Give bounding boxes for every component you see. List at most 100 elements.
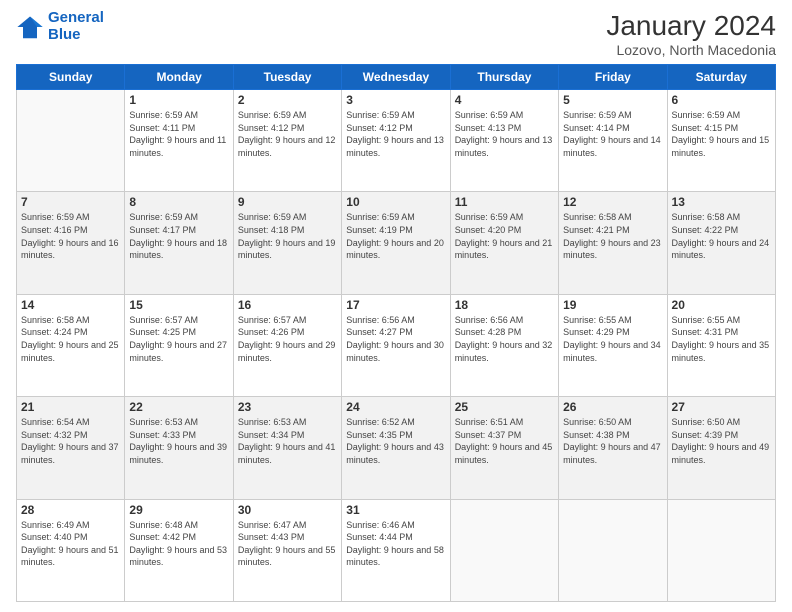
day-number: 13 xyxy=(672,195,771,209)
calendar-cell: 5Sunrise: 6:59 AMSunset: 4:14 PMDaylight… xyxy=(559,90,667,192)
calendar-cell: 4 Sunrise: 6:59 AMSunset: 4:13 PMDaylight… xyxy=(450,90,558,192)
day-number: 6 xyxy=(672,93,771,107)
day-info: Sunrise: 6:59 AMSunset: 4:17 PMDaylight:… xyxy=(129,211,228,261)
calendar-cell: 1Sunrise: 6:59 AMSunset: 4:11 PMDaylight… xyxy=(125,90,233,192)
day-info: Sunrise: 6:59 AMSunset: 4:14 PMDaylight:… xyxy=(563,109,662,159)
day-number: 15 xyxy=(129,298,228,312)
day-number: 8 xyxy=(129,195,228,209)
calendar-cell: 27 Sunrise: 6:50 AMSunset: 4:39 PMDayligh… xyxy=(667,397,775,499)
calendar-cell xyxy=(559,499,667,601)
day-number: 29 xyxy=(129,503,228,517)
day-number: 3 xyxy=(346,93,445,107)
day-number: 18 xyxy=(455,298,554,312)
day-info: Sunrise: 6:53 AMSunset: 4:34 PMDaylight:… xyxy=(238,416,337,466)
day-number: 26 xyxy=(563,400,662,414)
day-number: 14 xyxy=(21,298,120,312)
calendar-cell: 26 Sunrise: 6:50 AMSunset: 4:38 PMDayligh… xyxy=(559,397,667,499)
calendar: SundayMondayTuesdayWednesdayThursdayFrid… xyxy=(16,64,776,602)
day-info: Sunrise: 6:53 AMSunset: 4:33 PMDaylight:… xyxy=(129,416,228,466)
day-number: 21 xyxy=(21,400,120,414)
calendar-cell: 20 Sunrise: 6:55 AMSunset: 4:31 PMDayligh… xyxy=(667,294,775,396)
day-number: 20 xyxy=(672,298,771,312)
calendar-week-row: 1Sunrise: 6:59 AMSunset: 4:11 PMDaylight… xyxy=(17,90,776,192)
calendar-cell: 8 Sunrise: 6:59 AMSunset: 4:17 PMDaylight… xyxy=(125,192,233,294)
calendar-cell: 12 Sunrise: 6:58 AMSunset: 4:21 PMDayligh… xyxy=(559,192,667,294)
calendar-cell: 31 Sunrise: 6:46 AMSunset: 4:44 PMDayligh… xyxy=(342,499,450,601)
calendar-cell: 3 Sunrise: 6:59 AMSunset: 4:12 PMDaylight… xyxy=(342,90,450,192)
calendar-week-row: 21 Sunrise: 6:54 AMSunset: 4:32 PMDayligh… xyxy=(17,397,776,499)
calendar-cell: 6 Sunrise: 6:59 AMSunset: 4:15 PMDaylight… xyxy=(667,90,775,192)
calendar-cell: 7 Sunrise: 6:59 AMSunset: 4:16 PMDaylight… xyxy=(17,192,125,294)
calendar-cell: 13 Sunrise: 6:58 AMSunset: 4:22 PMDayligh… xyxy=(667,192,775,294)
day-info: Sunrise: 6:59 AMSunset: 4:20 PMDaylight:… xyxy=(455,211,554,261)
day-number: 11 xyxy=(455,195,554,209)
calendar-cell xyxy=(667,499,775,601)
day-number: 2 xyxy=(238,93,337,107)
calendar-cell: 29 Sunrise: 6:48 AMSunset: 4:42 PMDayligh… xyxy=(125,499,233,601)
page: General Blue January 2024 Lozovo, North … xyxy=(0,0,792,612)
calendar-day-header: Friday xyxy=(559,65,667,90)
calendar-day-header: Monday xyxy=(125,65,233,90)
day-info: Sunrise: 6:47 AMSunset: 4:43 PMDaylight:… xyxy=(238,519,337,569)
day-number: 4 xyxy=(455,93,554,107)
calendar-week-row: 14 Sunrise: 6:58 AMSunset: 4:24 PMDayligh… xyxy=(17,294,776,396)
day-info: Sunrise: 6:55 AMSunset: 4:31 PMDaylight:… xyxy=(672,314,771,364)
logo-line2: Blue xyxy=(48,26,81,43)
day-number: 31 xyxy=(346,503,445,517)
day-info: Sunrise: 6:59 AMSunset: 4:12 PMDaylight:… xyxy=(346,109,445,159)
calendar-day-header: Tuesday xyxy=(233,65,341,90)
day-info: Sunrise: 6:51 AMSunset: 4:37 PMDaylight:… xyxy=(455,416,554,466)
calendar-cell xyxy=(450,499,558,601)
day-info: Sunrise: 6:59 AMSunset: 4:13 PMDaylight:… xyxy=(455,109,554,159)
logo: General Blue xyxy=(16,10,104,43)
day-info: Sunrise: 6:50 AMSunset: 4:39 PMDaylight:… xyxy=(672,416,771,466)
day-info: Sunrise: 6:49 AMSunset: 4:40 PMDaylight:… xyxy=(21,519,120,569)
calendar-day-header: Wednesday xyxy=(342,65,450,90)
calendar-day-header: Sunday xyxy=(17,65,125,90)
day-info: Sunrise: 6:57 AMSunset: 4:26 PMDaylight:… xyxy=(238,314,337,364)
day-number: 7 xyxy=(21,195,120,209)
day-number: 17 xyxy=(346,298,445,312)
day-number: 24 xyxy=(346,400,445,414)
day-number: 12 xyxy=(563,195,662,209)
location: Lozovo, North Macedonia xyxy=(606,42,776,58)
calendar-header-row: SundayMondayTuesdayWednesdayThursdayFrid… xyxy=(17,65,776,90)
day-info: Sunrise: 6:55 AMSunset: 4:29 PMDaylight:… xyxy=(563,314,662,364)
day-info: Sunrise: 6:52 AMSunset: 4:35 PMDaylight:… xyxy=(346,416,445,466)
day-info: Sunrise: 6:46 AMSunset: 4:44 PMDaylight:… xyxy=(346,519,445,569)
calendar-cell: 24 Sunrise: 6:52 AMSunset: 4:35 PMDayligh… xyxy=(342,397,450,499)
header: General Blue January 2024 Lozovo, North … xyxy=(16,10,776,58)
calendar-cell: 21 Sunrise: 6:54 AMSunset: 4:32 PMDayligh… xyxy=(17,397,125,499)
day-number: 25 xyxy=(455,400,554,414)
calendar-week-row: 7 Sunrise: 6:59 AMSunset: 4:16 PMDaylight… xyxy=(17,192,776,294)
day-info: Sunrise: 6:54 AMSunset: 4:32 PMDaylight:… xyxy=(21,416,120,466)
day-info: Sunrise: 6:59 AMSunset: 4:16 PMDaylight:… xyxy=(21,211,120,261)
title-block: January 2024 Lozovo, North Macedonia xyxy=(606,10,776,58)
logo-icon xyxy=(16,13,44,41)
calendar-cell: 10Sunrise: 6:59 AMSunset: 4:19 PMDayligh… xyxy=(342,192,450,294)
calendar-cell: 23 Sunrise: 6:53 AMSunset: 4:34 PMDayligh… xyxy=(233,397,341,499)
calendar-cell: 14 Sunrise: 6:58 AMSunset: 4:24 PMDayligh… xyxy=(17,294,125,396)
day-info: Sunrise: 6:59 AMSunset: 4:11 PMDaylight:… xyxy=(129,109,228,159)
day-number: 28 xyxy=(21,503,120,517)
day-info: Sunrise: 6:59 AMSunset: 4:15 PMDaylight:… xyxy=(672,109,771,159)
day-number: 30 xyxy=(238,503,337,517)
logo-text: General Blue xyxy=(48,10,104,43)
calendar-cell: 15Sunrise: 6:57 AMSunset: 4:25 PMDayligh… xyxy=(125,294,233,396)
day-number: 22 xyxy=(129,400,228,414)
day-info: Sunrise: 6:58 AMSunset: 4:24 PMDaylight:… xyxy=(21,314,120,364)
day-info: Sunrise: 6:59 AMSunset: 4:18 PMDaylight:… xyxy=(238,211,337,261)
calendar-cell: 18Sunrise: 6:56 AMSunset: 4:28 PMDayligh… xyxy=(450,294,558,396)
calendar-cell: 25 Sunrise: 6:51 AMSunset: 4:37 PMDayligh… xyxy=(450,397,558,499)
day-info: Sunrise: 6:58 AMSunset: 4:22 PMDaylight:… xyxy=(672,211,771,261)
day-info: Sunrise: 6:58 AMSunset: 4:21 PMDaylight:… xyxy=(563,211,662,261)
day-info: Sunrise: 6:56 AMSunset: 4:27 PMDaylight:… xyxy=(346,314,445,364)
day-number: 23 xyxy=(238,400,337,414)
month-title: January 2024 xyxy=(606,10,776,42)
day-info: Sunrise: 6:48 AMSunset: 4:42 PMDaylight:… xyxy=(129,519,228,569)
calendar-day-header: Thursday xyxy=(450,65,558,90)
day-number: 27 xyxy=(672,400,771,414)
day-info: Sunrise: 6:50 AMSunset: 4:38 PMDaylight:… xyxy=(563,416,662,466)
calendar-cell xyxy=(17,90,125,192)
calendar-cell: 16Sunrise: 6:57 AMSunset: 4:26 PMDayligh… xyxy=(233,294,341,396)
